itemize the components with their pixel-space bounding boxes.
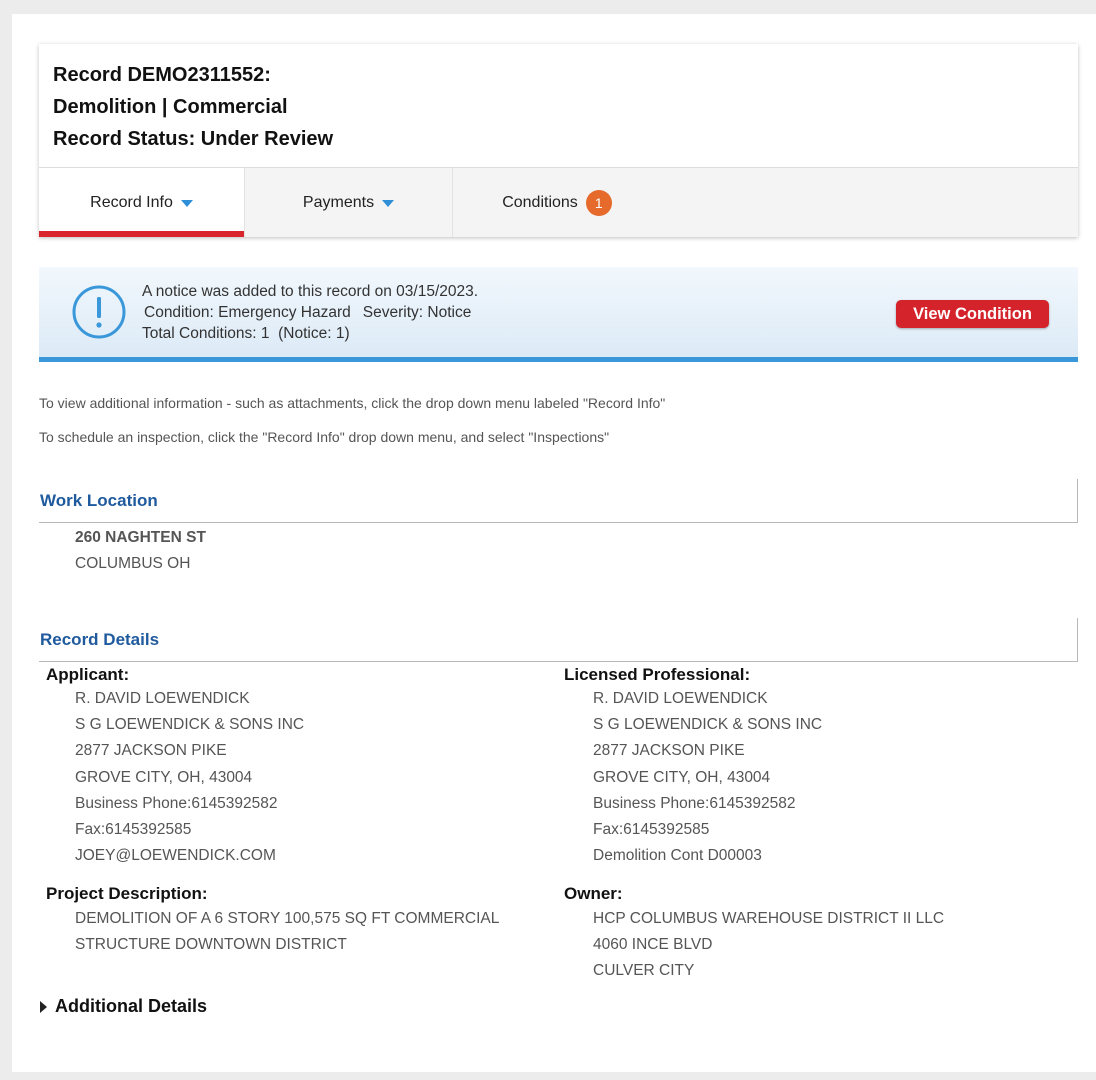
applicant-details: R. DAVID LOEWENDICK S G LOEWENDICK & SON… xyxy=(75,686,304,869)
record-tabs: Record Info Payments Conditions 1 xyxy=(39,168,1078,237)
notice-severity: Severity: Notice xyxy=(362,304,472,321)
list-item: 2877 JACKSON PIKE xyxy=(593,742,745,760)
list-item: Fax:6145392585 xyxy=(593,821,710,839)
tab-payments-label: Payments xyxy=(302,193,375,211)
project-description-label: Project Description: xyxy=(46,884,208,903)
notice-condition: Condition: Emergency Hazard xyxy=(144,304,351,321)
help-text-attachments: To view additional information - such as… xyxy=(39,395,666,411)
licensed-professional-label: Licensed Professional: xyxy=(564,665,751,684)
owner-details: HCP COLUMBUS WAREHOUSE DISTRICT II LLC 4… xyxy=(593,906,944,985)
list-item: R. DAVID LOEWENDICK xyxy=(593,690,768,707)
applicant-email: JOEY@LOEWENDICK.COM xyxy=(75,847,276,865)
notice-text: A notice was added to this record on 03/… xyxy=(142,281,478,344)
work-location-address: 260 NAGHTEN ST COLUMBUS OH xyxy=(75,525,206,577)
work-location-city: COLUMBUS OH xyxy=(75,555,191,573)
list-item: 4060 INCE BLVD xyxy=(593,936,713,954)
list-item: HCP COLUMBUS WAREHOUSE DISTRICT II LLC xyxy=(593,910,945,927)
list-item: Fax:6145392585 xyxy=(75,821,192,839)
project-description-text: DEMOLITION OF A 6 STORY 100,575 SQ FT CO… xyxy=(75,906,499,958)
tab-record-info[interactable]: Record Info xyxy=(39,168,245,237)
record-details-title: Record Details xyxy=(40,630,160,649)
list-item: DEMOLITION OF A 6 STORY 100,575 SQ FT CO… xyxy=(75,910,500,927)
section-divider xyxy=(39,661,1078,662)
section-divider xyxy=(1077,618,1078,662)
record-card: Record DEMO2311552: Demolition | Commerc… xyxy=(39,44,1078,237)
help-text-inspections: To schedule an inspection, click the "Re… xyxy=(39,429,610,445)
list-item: GROVE CITY, OH, 43004 xyxy=(75,768,253,786)
list-item: R. DAVID LOEWENDICK xyxy=(75,690,250,707)
page-surface: Record DEMO2311552: Demolition | Commerc… xyxy=(12,14,1096,1072)
list-item: Demolition Cont D00003 xyxy=(593,847,762,865)
record-type: Demolition | Commercial xyxy=(53,96,288,118)
work-location-street: 260 NAGHTEN ST xyxy=(75,529,206,546)
list-item: 2877 JACKSON PIKE xyxy=(75,742,227,760)
list-item: S G LOEWENDICK & SONS INC xyxy=(75,716,305,734)
notice-banner: A notice was added to this record on 03/… xyxy=(39,267,1078,362)
notice-condition-line: Condition: Emergency Hazard Severity: Not… xyxy=(142,302,478,323)
notice-total-line: Total Conditions: 1 (Notice: 1) xyxy=(142,325,350,342)
list-item: Business Phone:6145392582 xyxy=(593,794,796,812)
list-item: S G LOEWENDICK & SONS INC xyxy=(593,716,823,734)
list-item: CULVER CITY xyxy=(593,962,695,980)
tab-conditions-label: Conditions xyxy=(502,193,578,211)
conditions-count-badge: 1 xyxy=(585,189,612,216)
tab-record-info-label: Record Info xyxy=(90,193,173,211)
caret-down-icon xyxy=(180,200,193,207)
view-condition-button[interactable]: View Condition xyxy=(896,300,1049,328)
record-title: Record DEMO2311552: xyxy=(53,64,271,86)
tab-conditions[interactable]: Conditions 1 xyxy=(453,168,661,237)
additional-details-toggle[interactable]: Additional Details xyxy=(40,996,207,1017)
owner-label: Owner: xyxy=(564,884,623,903)
work-location-title: Work Location xyxy=(40,491,158,510)
triangle-right-icon xyxy=(40,1000,47,1013)
licensed-professional-details: R. DAVID LOEWENDICK S G LOEWENDICK & SON… xyxy=(593,686,822,869)
exclamation-circle-icon xyxy=(72,285,126,339)
list-item: STRUCTURE DOWNTOWN DISTRICT xyxy=(75,936,347,954)
notice-added-line: A notice was added to this record on 03/… xyxy=(142,283,479,300)
section-divider xyxy=(39,522,1078,523)
list-item: Business Phone:6145392582 xyxy=(75,794,278,812)
additional-details-label: Additional Details xyxy=(55,996,208,1016)
applicant-label: Applicant: xyxy=(46,665,130,684)
record-header: Record DEMO2311552: Demolition | Commerc… xyxy=(39,44,1078,168)
tab-payments[interactable]: Payments xyxy=(245,168,453,237)
section-divider xyxy=(1077,479,1078,523)
caret-down-icon xyxy=(382,200,395,207)
list-item: GROVE CITY, OH, 43004 xyxy=(593,768,771,786)
record-status: Record Status: Under Review xyxy=(53,128,334,150)
